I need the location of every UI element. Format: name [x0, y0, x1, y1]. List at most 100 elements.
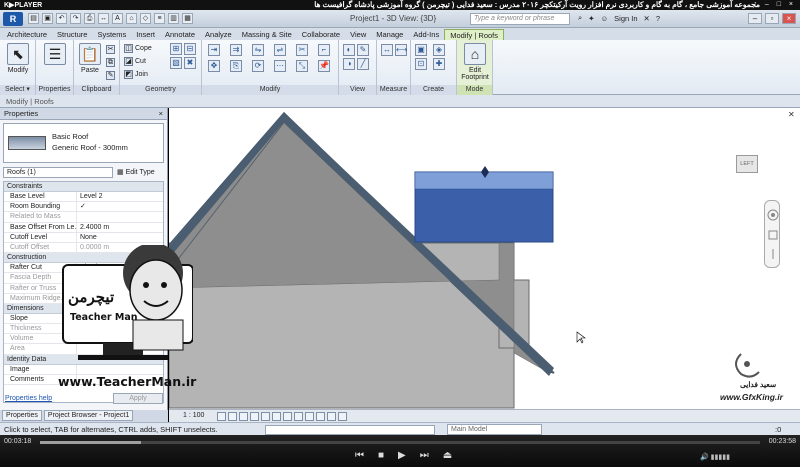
analytical-model-icon[interactable]	[338, 412, 347, 421]
cope-button[interactable]: ◫ Cope	[124, 43, 152, 54]
move-icon[interactable]: ✥	[208, 60, 220, 72]
dimension-icon[interactable]: ⟷	[395, 44, 407, 56]
search-icon[interactable]: ⌕	[578, 13, 582, 23]
tab-insert[interactable]: Insert	[131, 29, 160, 40]
render-icon[interactable]	[261, 412, 270, 421]
section-icon[interactable]: ◇	[140, 13, 151, 24]
linework-icon[interactable]: ╱	[357, 58, 369, 70]
array-icon[interactable]: ⋯	[274, 60, 286, 72]
view-scale[interactable]: 1 : 100	[183, 412, 204, 419]
override-icon[interactable]: ✎	[357, 44, 369, 56]
property-value[interactable]: None	[76, 232, 163, 242]
tab-analyze[interactable]: Analyze	[200, 29, 237, 40]
wall-joins-icon[interactable]: ⊞	[170, 43, 182, 55]
show-crop-icon[interactable]	[294, 412, 303, 421]
isolate-icon[interactable]: ◑	[343, 58, 355, 70]
stop-icon[interactable]: ■	[378, 450, 384, 461]
align-icon[interactable]: ⇥	[208, 44, 220, 56]
tab-manage[interactable]: Manage	[371, 29, 408, 40]
close-icon[interactable]: ×	[159, 108, 163, 120]
redo-icon[interactable]: ↷	[70, 13, 81, 24]
selection-filter-count[interactable]: :0	[775, 425, 781, 434]
property-value[interactable]: 2.4000 m	[76, 222, 163, 232]
hide-icon[interactable]: ◐	[343, 44, 355, 56]
create-assembly-icon[interactable]: ▣	[415, 44, 427, 56]
scale-icon[interactable]: ⤡	[296, 60, 308, 72]
edit-type-button[interactable]: ▦ Edit Type	[117, 168, 155, 176]
sun-path-icon[interactable]	[239, 412, 248, 421]
shadows-icon[interactable]	[250, 412, 259, 421]
close-icon[interactable]: ×	[782, 13, 796, 24]
tab-systems[interactable]: Systems	[92, 29, 131, 40]
crop-view-icon[interactable]	[283, 412, 292, 421]
mirror-draw-icon[interactable]: ⇌	[274, 44, 286, 56]
match-properties-icon[interactable]: ✎	[106, 70, 115, 81]
search-input[interactable]: Type a keyword or phrase	[470, 13, 570, 25]
drawing-area[interactable]	[169, 108, 800, 409]
tab-collaborate[interactable]: Collaborate	[297, 29, 345, 40]
tab-massing-site[interactable]: Massing & Site	[237, 29, 297, 40]
help-icon[interactable]: ?	[656, 14, 660, 23]
edit-footprint-button[interactable]: ⌂ Edit Footprint	[460, 43, 490, 81]
minimize-icon[interactable]: –	[748, 13, 762, 24]
modify-button[interactable]: ⬉ Modify	[4, 43, 32, 74]
tab-annotate[interactable]: Annotate	[160, 29, 200, 40]
cut-geometry-button[interactable]: ◪ Cut	[124, 56, 146, 67]
paste-button[interactable]: 📋 Paste	[76, 43, 104, 74]
temp-hide-icon[interactable]	[305, 412, 314, 421]
panel-label-select[interactable]: Select ▾	[0, 85, 35, 95]
seek-bar[interactable]	[40, 441, 760, 444]
sign-in-link[interactable]: Sign In	[614, 14, 637, 23]
lock-view-icon[interactable]	[272, 412, 281, 421]
demolish-icon[interactable]: ✖	[184, 57, 196, 69]
switch-windows-icon[interactable]: ▦	[182, 13, 193, 24]
properties-help-link[interactable]: Properties help	[5, 395, 52, 402]
next-icon[interactable]: ⏭	[420, 450, 429, 461]
close-hidden-icon[interactable]: ▥	[168, 13, 179, 24]
open-icon[interactable]: ▤	[28, 13, 39, 24]
viewcube[interactable]: LEFT	[736, 155, 758, 173]
create-parts-icon[interactable]: ◈	[433, 44, 445, 56]
measure-icon[interactable]: ↔	[98, 13, 109, 24]
trim-icon[interactable]: ⌐	[318, 44, 330, 56]
tab-properties[interactable]: Properties	[2, 410, 42, 421]
design-option-selector[interactable]: Main Model	[447, 424, 542, 435]
save-icon[interactable]: ▣	[42, 13, 53, 24]
split-face-icon[interactable]: ⊟	[184, 43, 196, 55]
thin-lines-icon[interactable]: ≡	[154, 13, 165, 24]
exchange-icon[interactable]: ✕	[644, 14, 650, 23]
tab-view[interactable]: View	[345, 29, 371, 40]
instance-filter-dropdown[interactable]: Roofs (1)	[3, 166, 113, 178]
property-value[interactable]	[76, 212, 163, 222]
pin-icon[interactable]: 📌	[318, 60, 330, 72]
property-value[interactable]: ✓	[76, 202, 163, 212]
tab-modify-roofs[interactable]: Modify | Roofs	[444, 29, 505, 40]
rotate-icon[interactable]: ⟳	[252, 60, 264, 72]
reveal-hidden-icon[interactable]	[316, 412, 325, 421]
tab-structure[interactable]: Structure	[52, 29, 92, 40]
prev-icon[interactable]: ⏮	[355, 450, 364, 461]
copy-clipboard-icon[interactable]: ⧉	[106, 57, 115, 68]
view-close-icon[interactable]: ✕	[788, 110, 795, 119]
play-icon[interactable]: ▶	[398, 450, 406, 461]
eject-icon[interactable]: ⏏	[443, 450, 452, 461]
split-icon[interactable]: ✂	[296, 44, 308, 56]
join-button[interactable]: ◩ Join	[124, 69, 148, 80]
restore-icon[interactable]: ▫	[765, 13, 779, 24]
create-similar-icon[interactable]: ✚	[433, 58, 445, 70]
group-constraints[interactable]: Constraints	[4, 182, 163, 192]
detail-level-icon[interactable]	[217, 412, 226, 421]
3d-view-icon[interactable]: ⌂	[126, 13, 137, 24]
property-value[interactable]: Level 2	[76, 192, 163, 202]
paint-icon[interactable]: ▧	[170, 57, 182, 69]
workset-selector[interactable]	[265, 425, 435, 435]
create-group-icon[interactable]: ⊡	[415, 58, 427, 70]
tab-project-browser[interactable]: Project Browser - Project1	[43, 410, 134, 421]
subscription-icon[interactable]: ✦	[588, 14, 594, 23]
text-icon[interactable]: A	[112, 13, 123, 24]
print-icon[interactable]: ⎙	[84, 13, 95, 24]
player-window-controls[interactable]: ↑ – □ ×	[753, 1, 796, 8]
offset-icon[interactable]: ⇉	[230, 44, 242, 56]
application-menu-button[interactable]: R	[3, 12, 23, 26]
tab-architecture[interactable]: Architecture	[2, 29, 52, 40]
